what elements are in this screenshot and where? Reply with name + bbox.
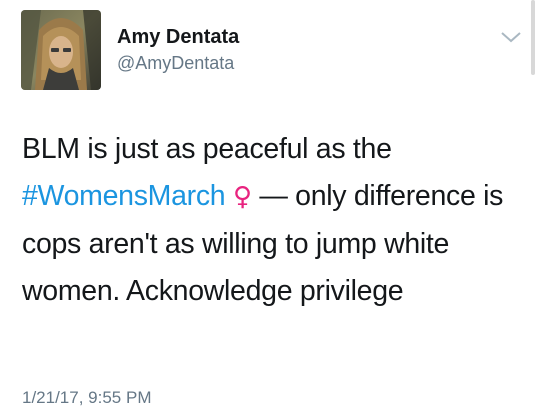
avatar[interactable]: [21, 10, 101, 90]
tweet-text-part1: BLM is just as peaceful as the: [22, 133, 392, 165]
hashtag-link[interactable]: #WomensMarch: [22, 180, 226, 212]
author-display-name[interactable]: Amy Dentata: [117, 26, 239, 49]
author-handle[interactable]: @AmyDentata: [117, 53, 234, 74]
tweet-timestamp[interactable]: 1/21/17, 9:55 PM: [22, 388, 151, 408]
tweet-text: BLM is just as peaceful as the #WomensMa…: [22, 126, 527, 315]
scrollbar[interactable]: [531, 0, 535, 75]
profile-photo-icon: [21, 10, 101, 90]
chevron-down-icon[interactable]: [500, 30, 522, 44]
female-sign-emoji: ♀: [232, 182, 252, 212]
tweet-card: Amy Dentata @AmyDentata BLM is just as p…: [0, 0, 540, 415]
